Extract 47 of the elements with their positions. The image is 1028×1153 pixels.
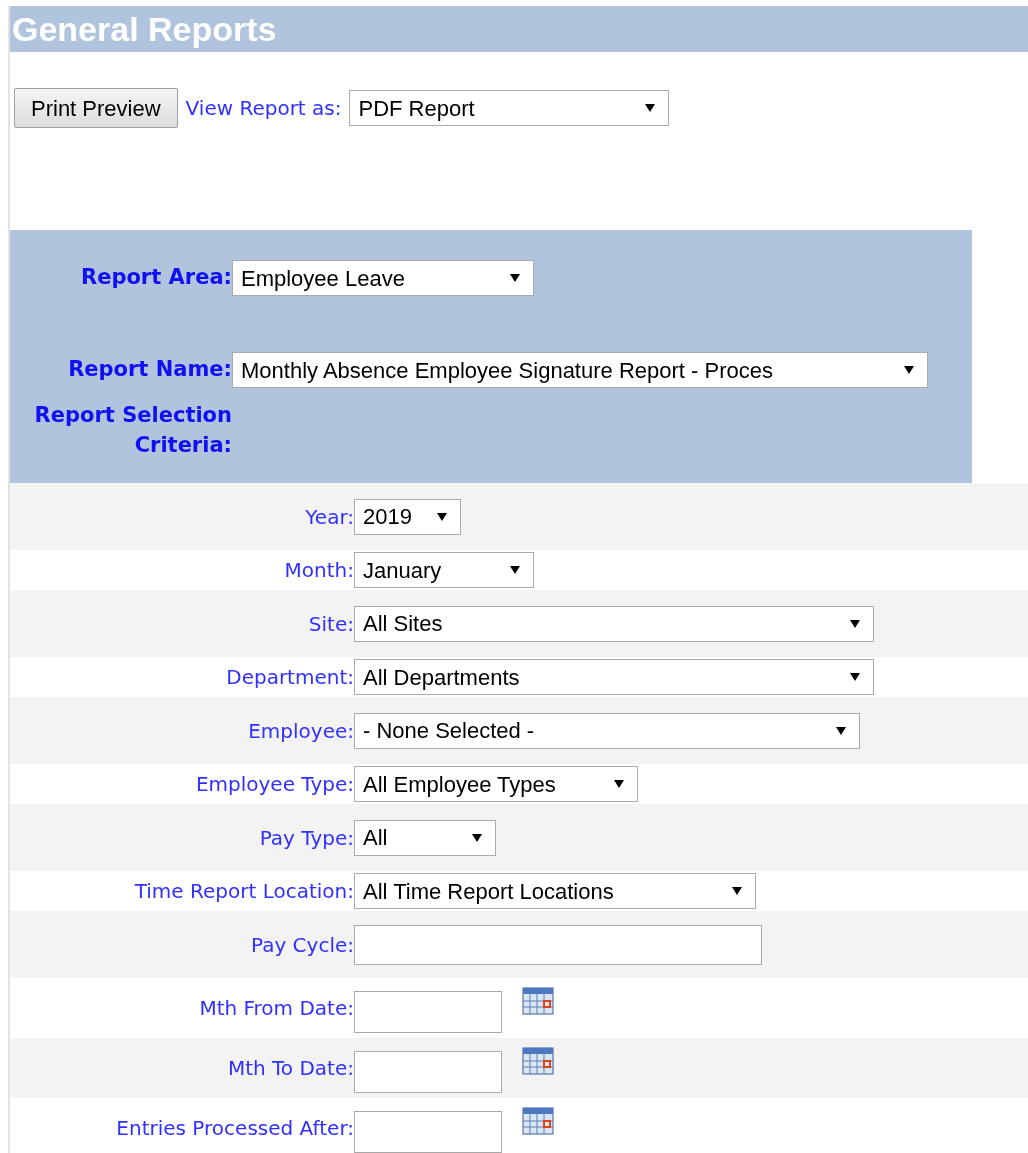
date-field[interactable]: [354, 1051, 502, 1093]
field-label: Employee Type:: [194, 771, 354, 798]
caret-icon: [613, 779, 625, 789]
calendar-icon[interactable]: [522, 1105, 554, 1135]
print-preview-button[interactable]: Print Preview: [14, 88, 178, 128]
caret-icon: [644, 103, 657, 113]
report-area-select[interactable]: Employee Leave: [232, 260, 534, 296]
report-name-label: Report Name:: [67, 356, 232, 384]
caret-icon: [835, 725, 847, 736]
field-label: Time Report Location:: [133, 878, 354, 905]
date-field[interactable]: [354, 1111, 502, 1153]
caret-icon: [903, 365, 915, 375]
field-label: Year:: [304, 503, 354, 531]
criteria-select[interactable]: All Employee Types: [354, 766, 638, 802]
report-area-label: Report Area:: [80, 264, 232, 292]
field-label: Month:: [283, 557, 354, 584]
caret-icon: [509, 273, 521, 283]
calendar-icon[interactable]: [522, 1045, 554, 1075]
report-name-select[interactable]: Monthly Absence Employee Signature Report - Proces: [232, 352, 928, 388]
caret-icon: [849, 672, 861, 682]
caret-icon: [509, 565, 521, 575]
date-field[interactable]: [354, 991, 502, 1033]
pay-cycle-field[interactable]: [354, 924, 762, 965]
criteria-select[interactable]: 2019: [354, 498, 461, 535]
criteria-select[interactable]: All: [354, 819, 496, 856]
caret-icon: [471, 832, 483, 843]
field-label: Pay Cycle:: [250, 931, 354, 959]
field-label: Employee:: [247, 717, 354, 745]
criteria-heading: Report Selection Criteria:: [33, 402, 232, 459]
caret-icon: [436, 511, 448, 522]
criteria-select[interactable]: All Time Report Locations: [354, 873, 756, 909]
field-label: Department:: [225, 664, 354, 691]
field-label: Pay Type:: [258, 824, 354, 852]
calendar-icon[interactable]: [522, 985, 554, 1015]
view-report-label: View Report as:: [185, 95, 342, 122]
criteria-select[interactable]: - None Selected -: [354, 712, 860, 749]
field-label: Mth From Date:: [198, 995, 354, 1022]
field-label: Mth To Date:: [226, 1055, 354, 1082]
caret-icon: [849, 618, 861, 629]
page-title: General Reports: [11, 12, 277, 46]
field-label: Entries Processed After:: [115, 1115, 354, 1142]
field-label: Site:: [307, 610, 354, 638]
criteria-select[interactable]: All Sites: [354, 605, 874, 642]
report-format-select[interactable]: PDF Report: [349, 90, 670, 126]
caret-icon: [731, 886, 743, 896]
criteria-select[interactable]: January: [354, 552, 534, 588]
criteria-select[interactable]: All Departments: [354, 659, 874, 695]
